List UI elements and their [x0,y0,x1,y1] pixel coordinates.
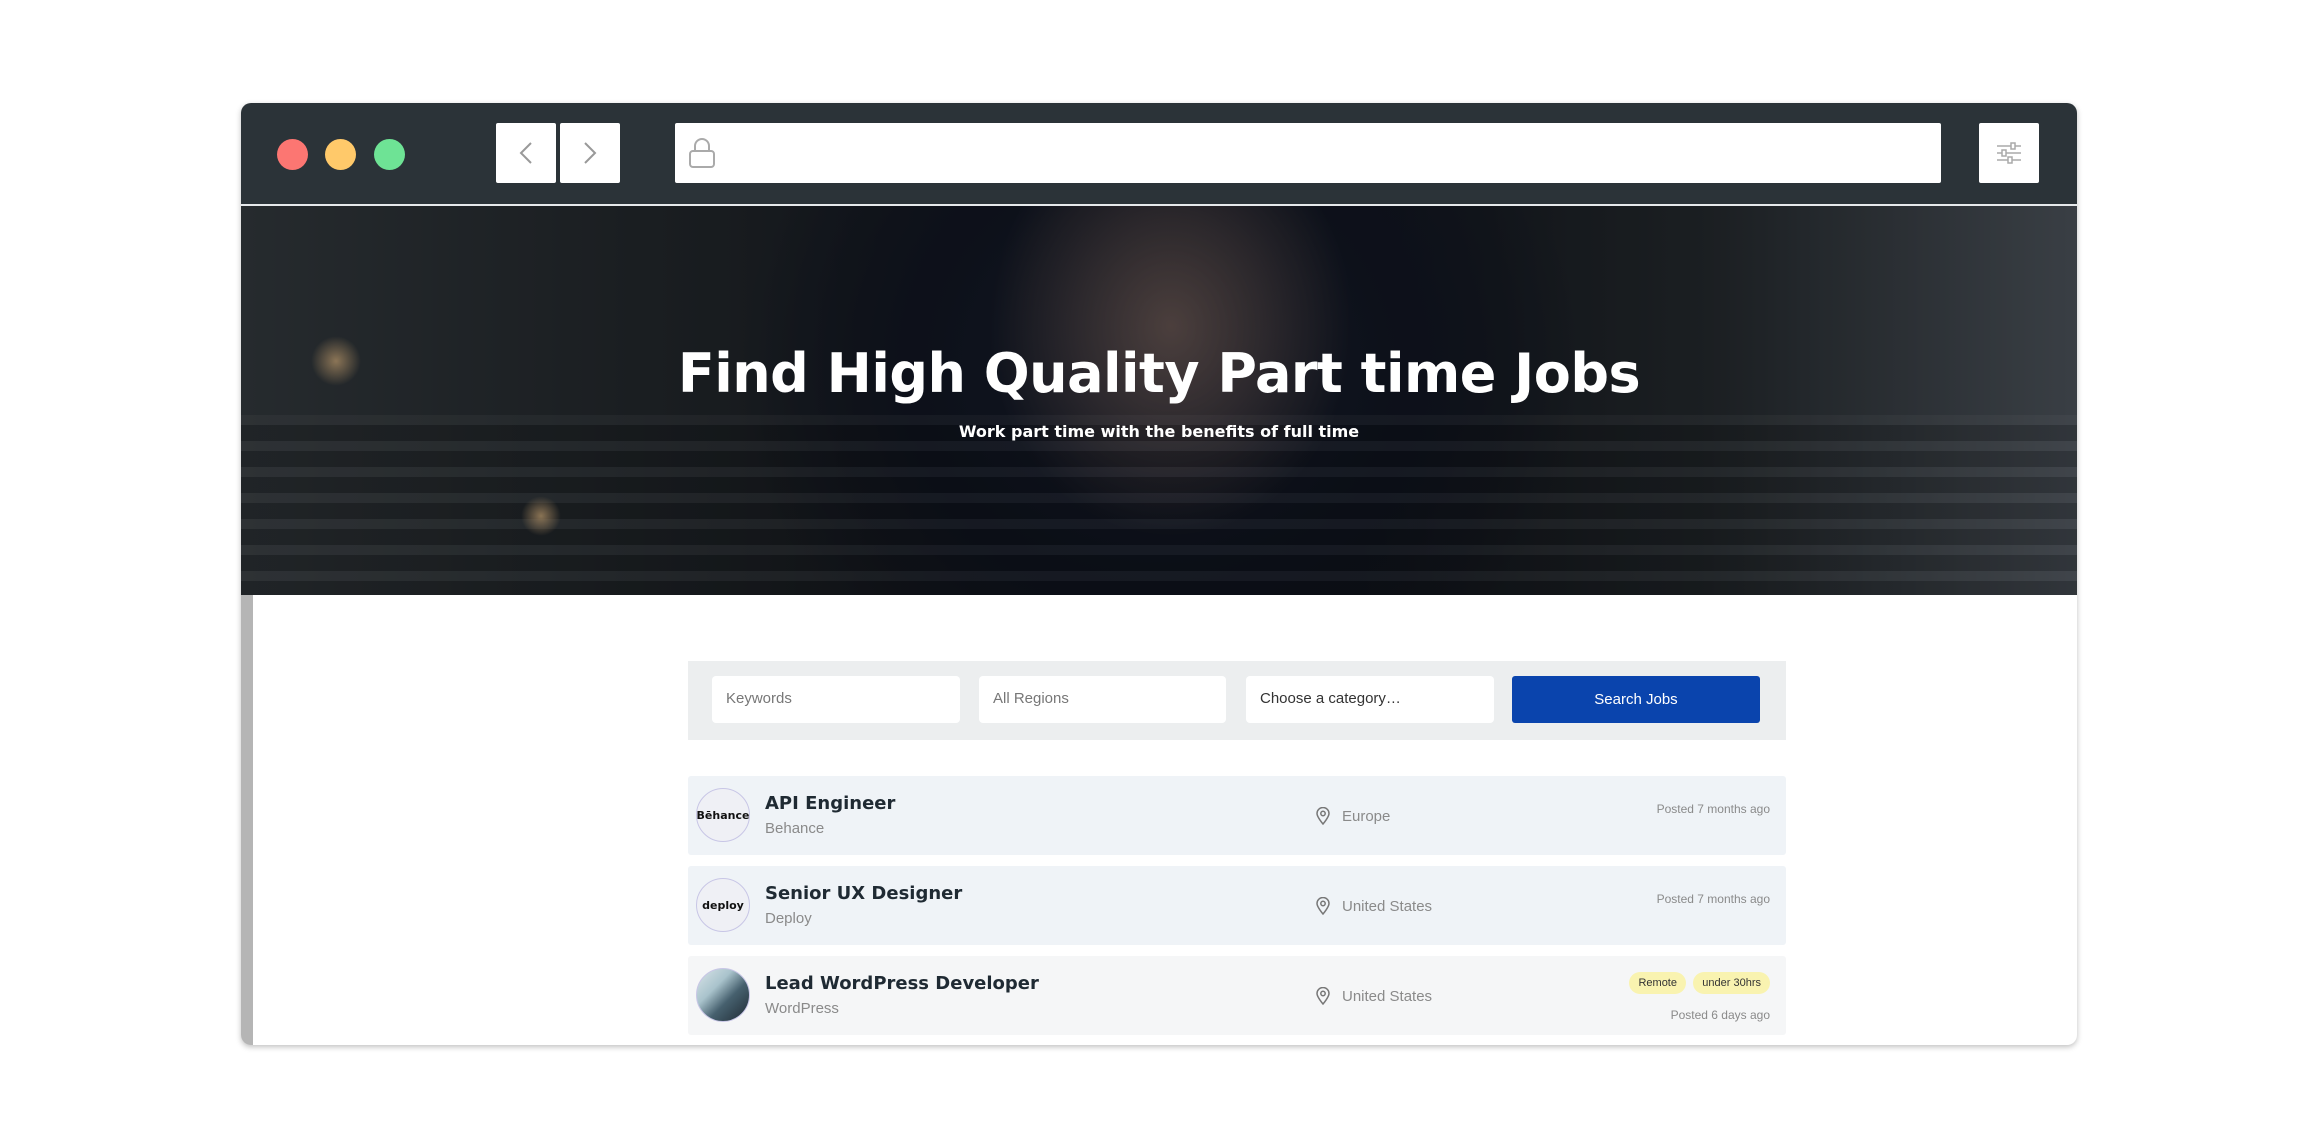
map-pin-icon [1316,987,1330,1005]
hero-banner: Find High Quality Part time Jobs Work pa… [241,206,2077,595]
address-bar[interactable] [675,123,1941,183]
settings-button[interactable] [1979,123,2039,183]
scroll-edge [241,595,253,1045]
job-posted-date: Posted 6 days ago [1670,1008,1770,1022]
tag-remote: Remote [1629,972,1686,994]
keywords-input[interactable]: Keywords [712,676,960,723]
job-location: United States [1316,987,1432,1005]
chevron-right-icon [584,142,597,164]
search-jobs-button[interactable]: Search Jobs [1512,676,1760,723]
job-location-text: Europe [1342,807,1391,825]
forward-button[interactable] [560,123,620,183]
job-listing-row[interactable]: Lead WordPress Developer WordPress Unite… [688,956,1786,1035]
job-title[interactable]: Lead WordPress Developer [765,973,1039,994]
close-window-button[interactable] [277,139,308,170]
company-logo: deploy [696,878,750,932]
chevron-left-icon [519,142,532,164]
hero-subtitle: Work part time with the benefits of full… [958,422,1360,441]
job-posted-date: Posted 7 months ago [1656,892,1770,906]
company-logo: Bēhance [696,788,750,842]
job-location-text: United States [1342,987,1433,1005]
back-button[interactable] [496,123,556,183]
job-location-text: United States [1342,897,1433,915]
job-location: United States [1316,897,1432,915]
job-listing-row[interactable]: deploy Senior UX Designer Deploy United … [688,866,1786,945]
map-pin-icon [1316,897,1330,915]
job-company: Deploy [765,910,812,927]
job-posted-date: Posted 7 months ago [1656,802,1770,816]
hero-title: Find High Quality Part time Jobs [677,342,1641,405]
regions-select[interactable]: All Regions [979,676,1226,723]
job-search-bar: Keywords All Regions Choose a category… … [688,661,1786,740]
job-company: Behance [765,820,825,837]
job-company: WordPress [765,1000,839,1017]
job-title[interactable]: Senior UX Designer [765,883,962,904]
maximize-window-button[interactable] [374,139,405,170]
map-pin-icon [1316,807,1330,825]
company-logo-photo [696,968,750,1022]
job-location: Europe [1316,807,1390,825]
browser-window: Find High Quality Part time Jobs Work pa… [241,103,2077,1045]
job-title[interactable]: API Engineer [765,793,895,814]
category-select[interactable]: Choose a category… [1246,676,1494,723]
lock-icon [687,137,717,174]
tag-hours: under 30hrs [1693,972,1770,994]
minimize-window-button[interactable] [325,139,356,170]
job-listing-row[interactable]: Bēhance API Engineer Behance Europe Post… [688,776,1786,855]
sliders-icon [1997,142,2021,164]
browser-toolbar [241,103,2077,204]
